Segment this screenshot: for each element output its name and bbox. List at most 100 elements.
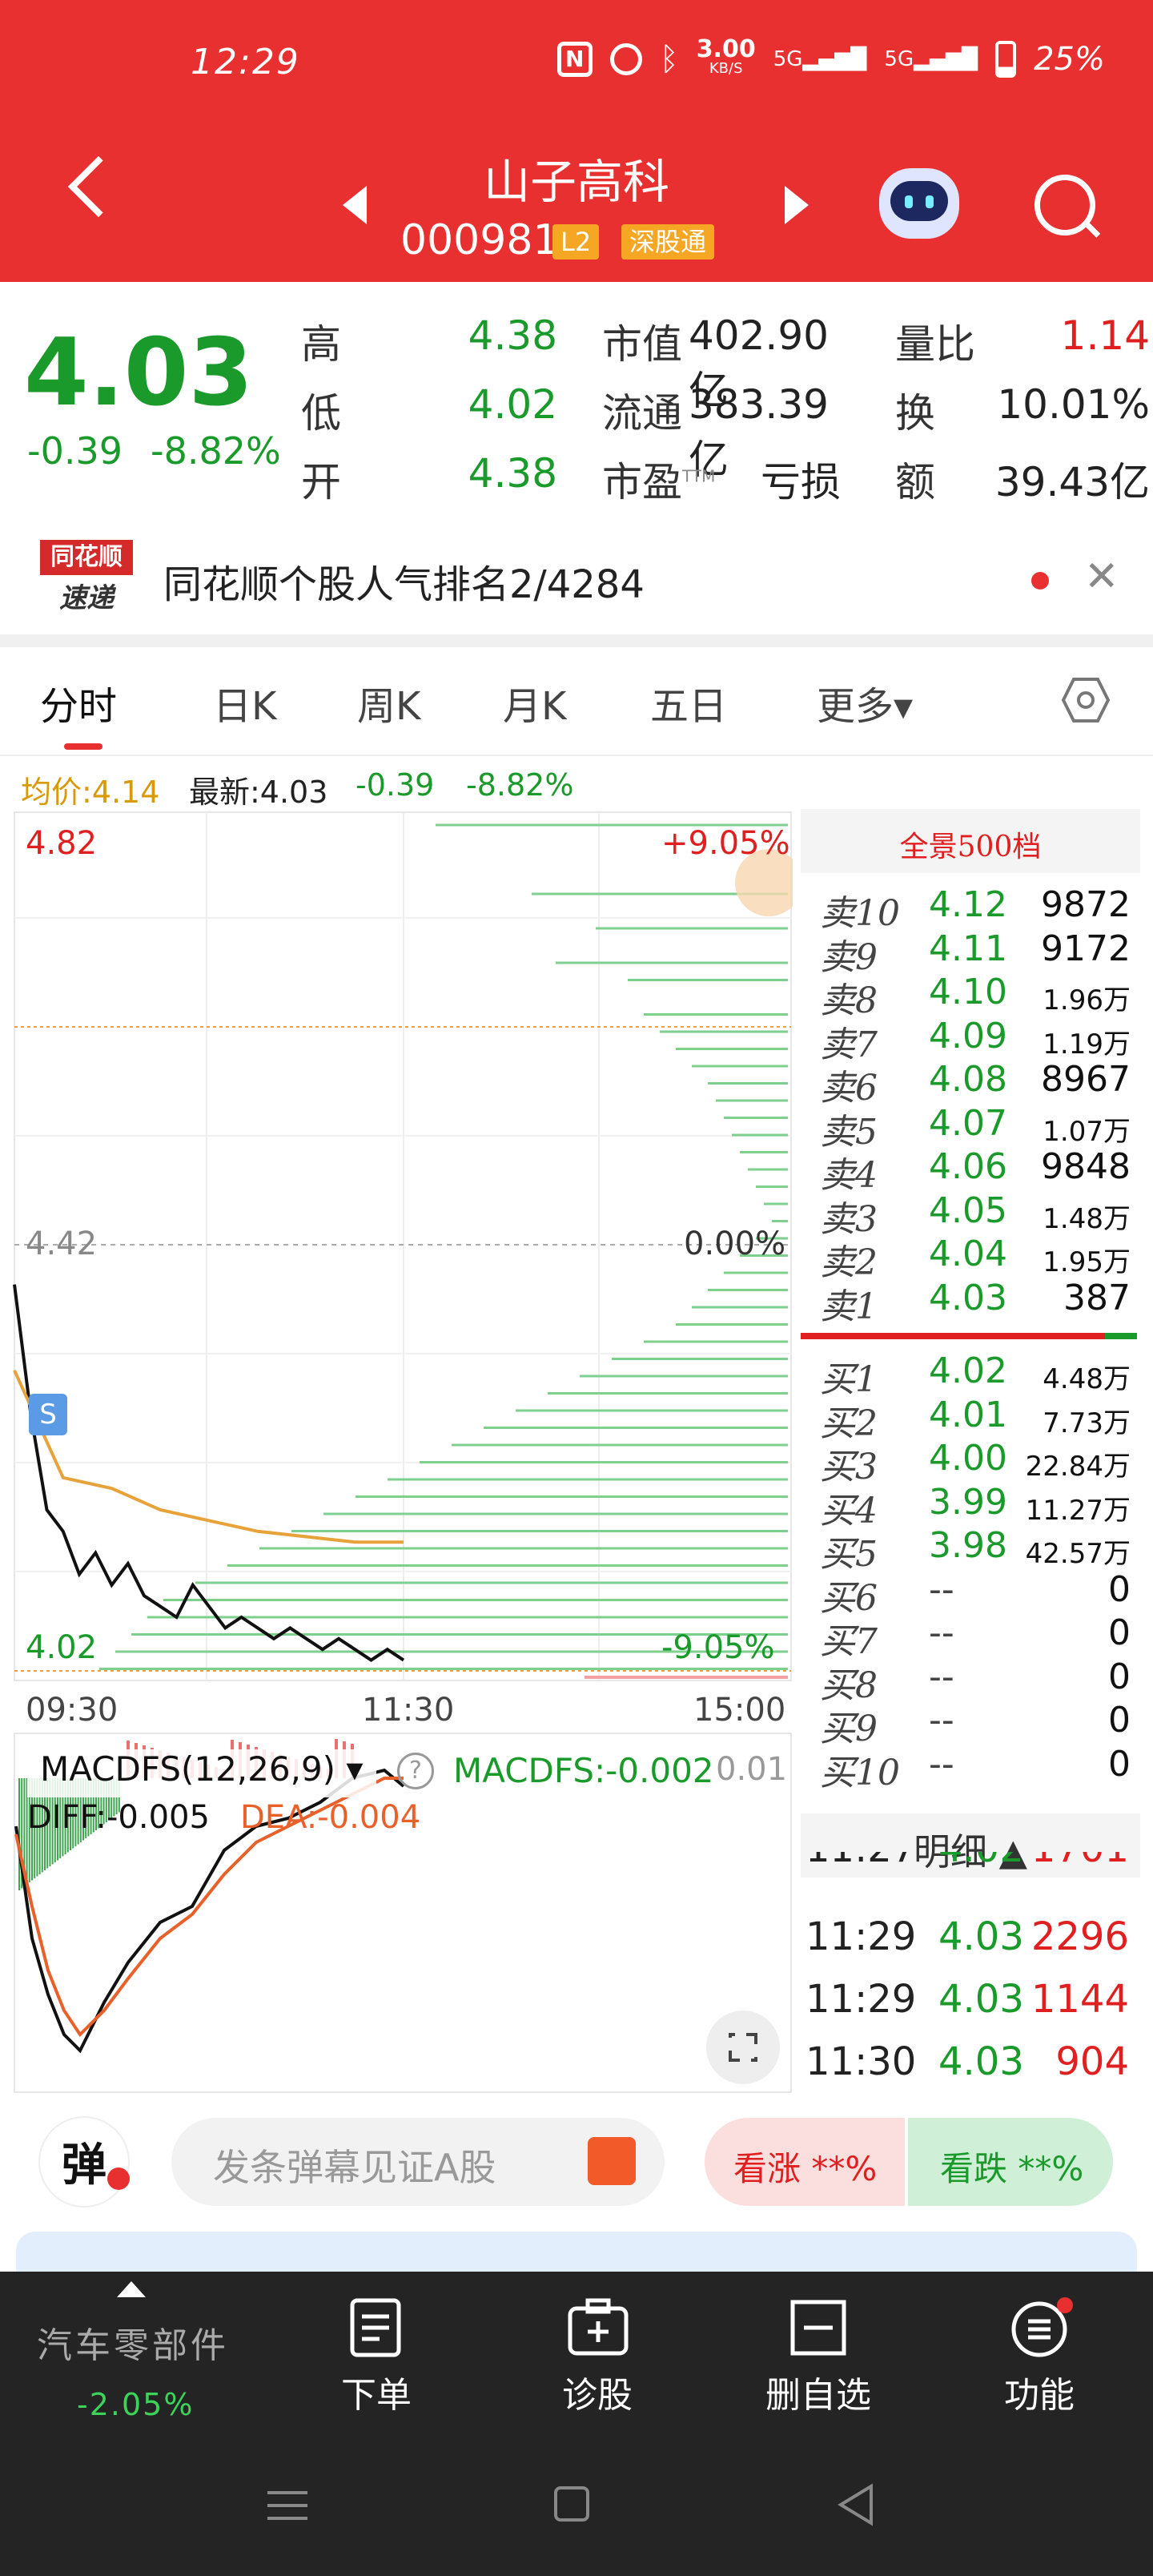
current-price: 4.03: [24, 319, 254, 427]
recent-apps-icon[interactable]: [267, 2486, 307, 2525]
bid-volume: 22.84万: [1025, 1451, 1131, 1483]
bid-row[interactable]: 买1 4.02 4.48万: [809, 1350, 1137, 1400]
bid-volume: 4.48万: [1043, 1363, 1131, 1395]
bid-row[interactable]: 买3 4.00 22.84万: [809, 1438, 1137, 1487]
tab-weekly-k[interactable]: 周K: [357, 674, 420, 731]
price-change: -0.39: [27, 429, 123, 473]
bid-volume: 0: [1108, 1568, 1131, 1610]
tab-monthly-k[interactable]: 月K: [503, 674, 566, 731]
signal-icon-2: 5G▂▄▆█: [884, 47, 978, 71]
remove-watchlist-button[interactable]: 删自选: [738, 2292, 898, 2421]
tab-more[interactable]: 更多▾: [817, 674, 913, 731]
x-label-open: 09:30: [26, 1692, 119, 1729]
ask-row[interactable]: 卖6 4.08 8967: [809, 1059, 1137, 1109]
stock-name: 山子高科: [483, 155, 669, 209]
gift-icon[interactable]: [588, 2137, 636, 2185]
danmaku-input[interactable]: 发条弹幕见证A股: [171, 2118, 665, 2206]
bid-row[interactable]: 买6 -- 0: [809, 1568, 1137, 1619]
bid-row[interactable]: 买10 -- 0: [809, 1744, 1137, 1793]
low-label: 低: [301, 390, 341, 437]
ask-volume: 9848: [1041, 1146, 1131, 1187]
robot-assistant-icon[interactable]: [879, 168, 959, 239]
ask-price: 4.08: [929, 1059, 1007, 1100]
ask-price: 4.05: [929, 1189, 1007, 1231]
ask-row[interactable]: 卖8 4.10 1.96万: [809, 972, 1137, 1021]
help-icon[interactable]: ?: [397, 1753, 434, 1789]
bid-row[interactable]: 买7 -- 0: [809, 1612, 1137, 1662]
ask-volume: 1.95万: [1043, 1246, 1131, 1278]
orderbook-title[interactable]: 全景500档: [801, 823, 1140, 865]
ask-price: 4.03: [929, 1277, 1007, 1318]
ask-label: 卖1: [820, 1286, 878, 1327]
notice-text[interactable]: 同花顺个股人气排名2/4284: [163, 553, 645, 609]
expand-up-icon[interactable]: [117, 2281, 146, 2297]
bid-row[interactable]: 买8 -- 0: [809, 1656, 1137, 1706]
tab-intraday[interactable]: 分时: [40, 674, 117, 731]
ask-row[interactable]: 卖1 4.03 387: [809, 1277, 1137, 1327]
ask-row[interactable]: 卖2 4.04 1.95万: [809, 1234, 1137, 1283]
back-nav-icon[interactable]: [836, 2483, 876, 2526]
bid-row[interactable]: 买5 3.98 42.57万: [809, 1525, 1137, 1575]
bullish-button[interactable]: 看涨 **%: [705, 2118, 905, 2206]
intraday-chart[interactable]: [0, 809, 793, 1690]
pe-label: 市盈TTM: [602, 459, 716, 505]
ask-price: 4.07: [929, 1102, 1007, 1144]
bearish-button[interactable]: 看跌 **%: [908, 2118, 1113, 2206]
detail-price: 4.03: [938, 1914, 1024, 1959]
close-icon[interactable]: ✕: [1084, 553, 1119, 601]
ask-row[interactable]: 卖9 4.11 9172: [809, 928, 1137, 978]
spread-bar-green: [1105, 1333, 1137, 1339]
status-icons: N ᛒ 3.00 KB/S 5G▂▄▆█ 5G▂▄▆█ 25%: [556, 38, 1105, 78]
avg-price: 均价:4.14: [21, 775, 160, 810]
sector-name[interactable]: 汽车零部件: [37, 2316, 229, 2368]
bid-row[interactable]: 买2 4.01 7.73万: [809, 1395, 1137, 1444]
bid-price: 3.99: [929, 1481, 1007, 1523]
bid-volume: 11.27万: [1025, 1494, 1131, 1527]
functions-button[interactable]: 功能: [959, 2292, 1119, 2421]
high-label: 高: [301, 321, 341, 368]
ask-volume: 9172: [1041, 928, 1131, 969]
spread-bar: [801, 1333, 1137, 1339]
bid-price: --: [929, 1656, 954, 1697]
danmaku-toggle[interactable]: 弹: [40, 2118, 130, 2206]
ask-row[interactable]: 卖3 4.05 1.48万: [809, 1189, 1137, 1240]
ask-row[interactable]: 卖10 4.12 9872: [809, 884, 1137, 934]
status-time: 12:29: [191, 42, 300, 83]
trade-signal-marker[interactable]: S: [29, 1394, 67, 1435]
volume-ratio-label: 量比: [895, 321, 975, 368]
ask-row[interactable]: 卖7 4.09 1.19万: [809, 1016, 1137, 1065]
detail-volume: 1144: [1030, 1977, 1129, 2022]
next-stock-button[interactable]: [785, 186, 809, 224]
ask-volume: 8967: [1041, 1059, 1131, 1100]
ask-row[interactable]: 卖5 4.07 1.07万: [809, 1102, 1137, 1153]
pct-label-bottom: -9.05%: [661, 1629, 775, 1666]
order-button[interactable]: 下单: [296, 2292, 456, 2421]
fullscreen-button[interactable]: [706, 2010, 780, 2084]
amount-label: 额: [895, 459, 935, 505]
search-icon[interactable]: [1034, 175, 1095, 235]
tab-five-day[interactable]: 五日: [650, 674, 727, 731]
ask-volume: 1.96万: [1043, 984, 1131, 1016]
bid-row[interactable]: 买9 -- 0: [809, 1700, 1137, 1749]
tab-daily-k[interactable]: 日K: [213, 674, 276, 731]
macd-indicator-select[interactable]: MACDFS(12,26,9) ▾: [27, 1749, 376, 1797]
macd-value: MACDFS:-0.002: [453, 1751, 714, 1790]
latest-change: -0.39: [356, 767, 435, 803]
diagnose-button[interactable]: 诊股: [517, 2292, 677, 2421]
detail-row: 11:29 4.03 1144: [801, 1977, 1140, 2033]
detail-time: 11:29: [805, 1914, 917, 1959]
bid-label: 买10: [820, 1752, 900, 1793]
settings-icon[interactable]: [1062, 676, 1110, 724]
detail-row: 11:27 4.02 1701: [801, 1852, 1140, 1881]
ask-volume: 1.48万: [1043, 1202, 1131, 1235]
bid-volume: 7.73万: [1043, 1407, 1131, 1439]
order-icon: [350, 2298, 401, 2357]
home-icon[interactable]: [554, 2486, 589, 2522]
bid-price: 4.02: [929, 1350, 1007, 1391]
ask-row[interactable]: 卖4 4.06 9848: [809, 1146, 1137, 1196]
prev-stock-button[interactable]: [343, 186, 367, 224]
bid-price: 3.98: [929, 1525, 1007, 1566]
y-label-bottom: 4.02: [26, 1629, 98, 1666]
detail-price: 4.03: [938, 2039, 1024, 2084]
bid-row[interactable]: 买4 3.99 11.27万: [809, 1481, 1137, 1532]
